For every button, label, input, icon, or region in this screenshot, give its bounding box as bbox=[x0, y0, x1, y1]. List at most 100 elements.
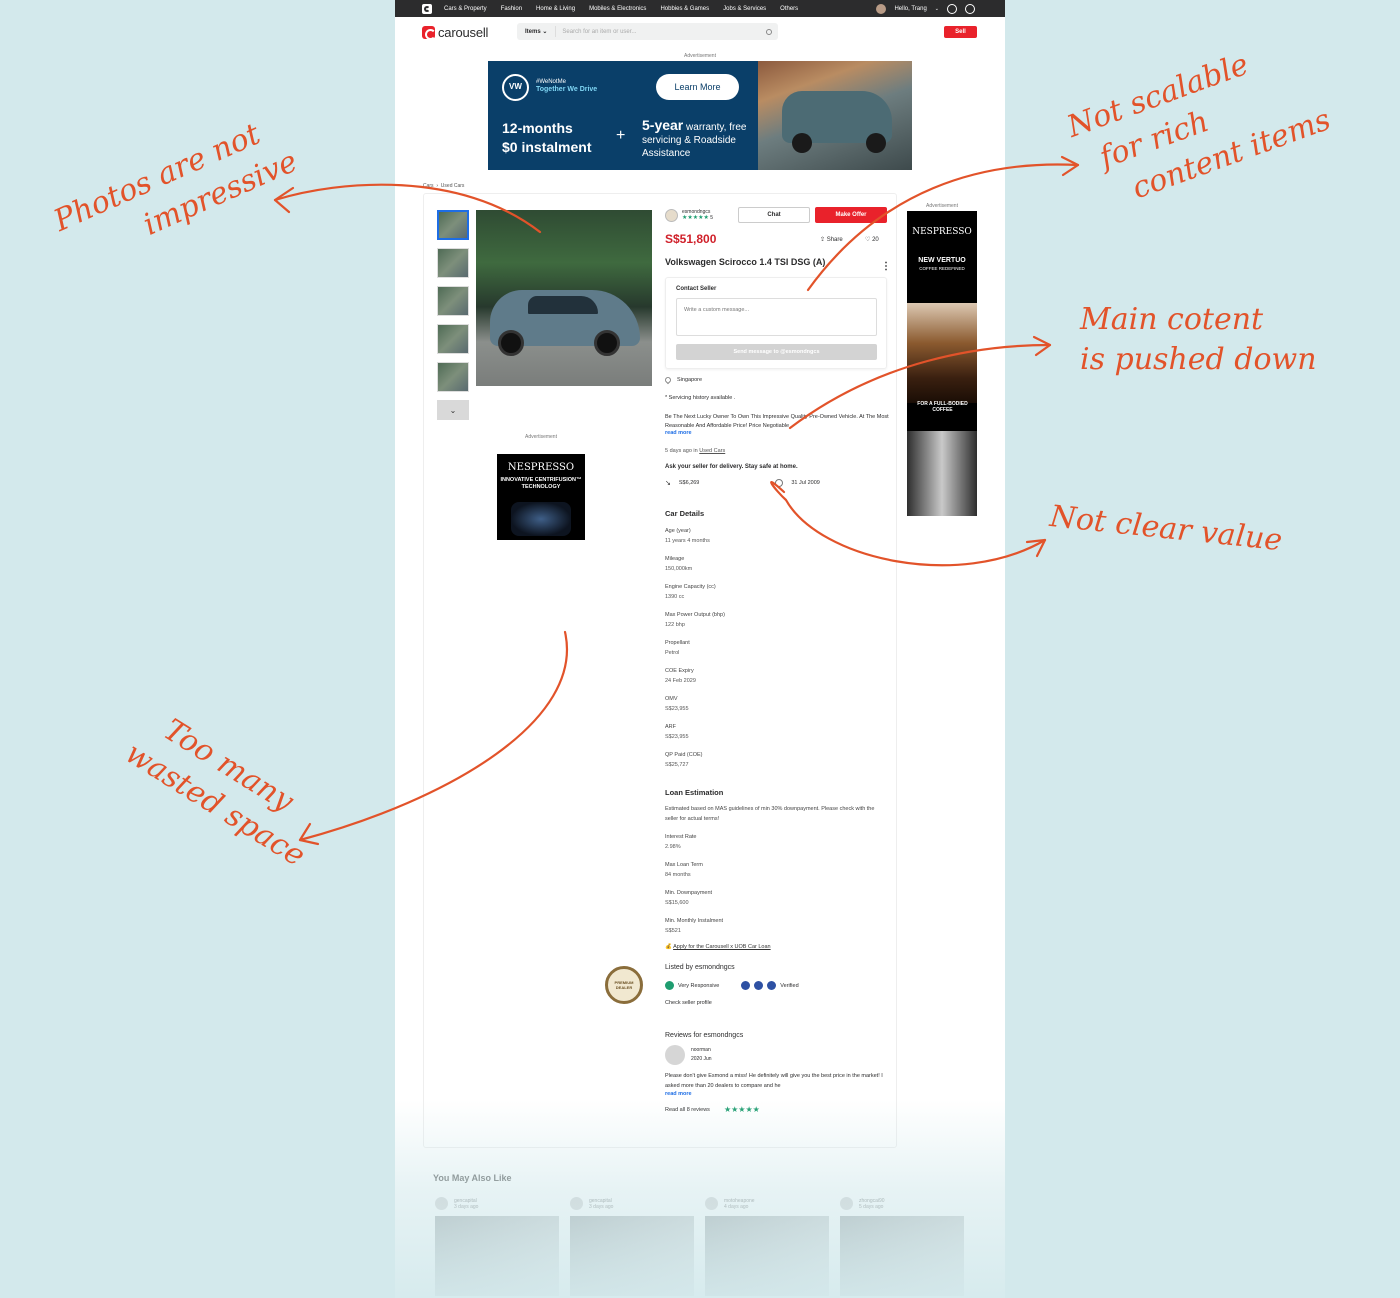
search-input[interactable]: Search for an item or user... bbox=[556, 29, 766, 35]
carousell-mark-icon bbox=[422, 25, 436, 40]
review-read-more[interactable]: read more bbox=[665, 1091, 889, 1097]
location-pin-icon bbox=[663, 375, 673, 385]
spec-item: Mileage 150,000km bbox=[665, 554, 889, 574]
spec-value: S$15,600 bbox=[665, 900, 689, 906]
make-offer-button[interactable]: Make Offer bbox=[815, 207, 887, 223]
meta-row: ↘ S$6,269 31 Jul 2009 bbox=[665, 479, 889, 487]
like-button[interactable]: ♡ 20 bbox=[865, 236, 879, 243]
vertuo-tagline: COFFEE REDEFINED bbox=[919, 266, 965, 271]
user-greeting[interactable]: Hello, Trang bbox=[894, 6, 926, 12]
nespresso-ad-left[interactable]: NESPRESSO INNOVATIVE CENTRIFUSION™ TECHN… bbox=[497, 454, 585, 540]
car-wheel bbox=[498, 330, 524, 356]
thumbnail[interactable] bbox=[437, 362, 469, 392]
spec-label: Max Power Output (bhp) bbox=[665, 612, 725, 618]
message-input[interactable]: Write a custom message... bbox=[676, 298, 877, 336]
main-photo[interactable] bbox=[476, 210, 652, 386]
spec-value: 122 bhp bbox=[665, 622, 685, 628]
nespresso-left-text: INNOVATIVE CENTRIFUSION™ TECHNOLOGY bbox=[500, 477, 582, 490]
capsule-image bbox=[511, 502, 571, 536]
search-icon[interactable] bbox=[766, 28, 772, 35]
related-item[interactable]: zhongcai90 5 days ago bbox=[840, 1197, 964, 1296]
rating-stars-icon: ★★★★★ bbox=[723, 1105, 760, 1114]
price: S$51,800 bbox=[665, 232, 717, 246]
related-time: 5 days ago bbox=[859, 1203, 884, 1210]
thumbnail[interactable] bbox=[437, 248, 469, 278]
carousell-small-logo-icon[interactable] bbox=[422, 3, 432, 14]
loan-details-list: Interest Rate 2.98% Max Loan Term 84 months… bbox=[665, 832, 889, 936]
chevron-down-icon[interactable]: ⌄ bbox=[935, 6, 939, 12]
spec-label: Propellant bbox=[665, 640, 690, 646]
arrowhead-photos bbox=[273, 186, 295, 214]
spec-value: S$23,955 bbox=[665, 706, 689, 712]
plus-icon: + bbox=[616, 127, 626, 144]
check-profile-link[interactable]: Check seller profile bbox=[665, 1000, 889, 1006]
responsive-icon bbox=[665, 981, 674, 990]
carousell-logo[interactable]: carousell bbox=[422, 25, 488, 40]
nav-home-living[interactable]: Home & Living bbox=[536, 6, 575, 12]
nav-mobiles-electronics[interactable]: Mobiles & Electronics bbox=[589, 6, 646, 12]
brand-name: carousell bbox=[438, 24, 489, 40]
spec-label: OMV bbox=[665, 696, 678, 702]
read-more-link[interactable]: read more bbox=[665, 430, 889, 436]
learn-more-button[interactable]: Learn More bbox=[656, 74, 739, 100]
spec-item: Max Power Output (bhp) 122 bhp bbox=[665, 610, 889, 630]
nav-jobs-services[interactable]: Jobs & Services bbox=[723, 6, 766, 12]
nav-others[interactable]: Others bbox=[780, 6, 798, 12]
user-avatar[interactable] bbox=[876, 3, 887, 14]
spec-label: QP Paid (COE) bbox=[665, 752, 703, 758]
arrowhead-main bbox=[1032, 335, 1052, 357]
related-time: 4 days ago bbox=[724, 1203, 749, 1210]
send-message-button[interactable]: Send message to @esmondngcs bbox=[676, 344, 877, 360]
nav-cars-property[interactable]: Cars & Property bbox=[444, 6, 487, 12]
banner-car-photo bbox=[758, 61, 912, 170]
loan-heading: Loan Estimation bbox=[665, 788, 724, 797]
heart-icon[interactable] bbox=[947, 3, 957, 14]
spec-value: 2.98% bbox=[665, 844, 681, 850]
chevron-down-icon[interactable]: ⌄ bbox=[437, 400, 469, 420]
spec-label: Min. Monthly Instalment bbox=[665, 918, 724, 924]
annotation-main-line-1: Main cotent bbox=[1080, 302, 1264, 337]
car-wheel bbox=[594, 330, 620, 356]
share-button[interactable]: ⇪ Share bbox=[820, 236, 843, 243]
sell-button[interactable]: Sell bbox=[944, 26, 977, 38]
breadcrumb-used-cars[interactable]: Used Cars bbox=[441, 183, 465, 189]
thumbnail[interactable] bbox=[437, 324, 469, 354]
nav-fashion[interactable]: Fashion bbox=[501, 6, 522, 12]
breadcrumb-cars[interactable]: Cars bbox=[423, 183, 434, 189]
related-item[interactable]: gencapital 3 days ago bbox=[570, 1197, 694, 1296]
spec-item: COE Expiry 24 Feb 2029 bbox=[665, 666, 889, 686]
chat-button[interactable]: Chat bbox=[738, 207, 810, 223]
posted-category-link[interactable]: Used Cars bbox=[699, 448, 725, 454]
items-dropdown[interactable]: Items ⌄ bbox=[517, 26, 557, 37]
nav-hobbies-games[interactable]: Hobbies & Games bbox=[660, 6, 709, 12]
related-time: 3 days ago bbox=[454, 1203, 479, 1210]
listing-title: Volkswagen Scirocco 1.4 TSI DSG (A) bbox=[665, 257, 826, 267]
nespresso-ad-right[interactable]: NESPRESSO NEW VERTUO COFFEE REDEFINED FO… bbox=[907, 211, 977, 516]
vw-banner-ad[interactable]: #WeNotMe Together We Drive Learn More 12… bbox=[488, 61, 912, 170]
machine-base-image bbox=[907, 431, 977, 516]
more-options-icon[interactable]: ⋮ bbox=[881, 261, 891, 272]
seller-avatar[interactable] bbox=[665, 208, 678, 222]
thumbnail[interactable] bbox=[437, 210, 469, 240]
thumbnail-strip: ⌄ bbox=[437, 210, 469, 420]
nespresso-logo: NESPRESSO bbox=[507, 462, 575, 473]
thumbnail[interactable] bbox=[437, 286, 469, 316]
registration-date: 31 Jul 2009 bbox=[791, 480, 820, 486]
read-all-reviews-link[interactable]: Read all 8 reviews bbox=[665, 1107, 710, 1113]
related-item[interactable]: motoheapone 4 days ago bbox=[705, 1197, 829, 1296]
related-item[interactable]: gencapital 3 days ago bbox=[435, 1197, 559, 1296]
chat-bubble-icon[interactable] bbox=[965, 3, 975, 14]
reviewer-avatar[interactable] bbox=[665, 1045, 685, 1065]
reviewer-name[interactable]: noorman bbox=[691, 1047, 711, 1053]
search-bar[interactable]: Items ⌄ Search for an item or user... bbox=[517, 23, 778, 40]
email-verified-icon bbox=[741, 981, 751, 990]
coffee-mug-image bbox=[907, 303, 977, 403]
apply-loan-link[interactable]: Apply for the Carousell x UOB Car Loan bbox=[673, 944, 771, 950]
full-bodied-text: FOR A FULL-BODIED COFFEE bbox=[917, 401, 968, 413]
banner-wheel bbox=[866, 133, 886, 153]
related-avatar bbox=[435, 1197, 448, 1210]
apply-loan-row[interactable]: 💰 Apply for the Carousell x UOB Car Loan bbox=[665, 944, 889, 950]
spec-value: 24 Feb 2029 bbox=[665, 678, 696, 684]
banner-wheel bbox=[792, 133, 812, 153]
share-icon: ⇪ bbox=[820, 237, 826, 243]
